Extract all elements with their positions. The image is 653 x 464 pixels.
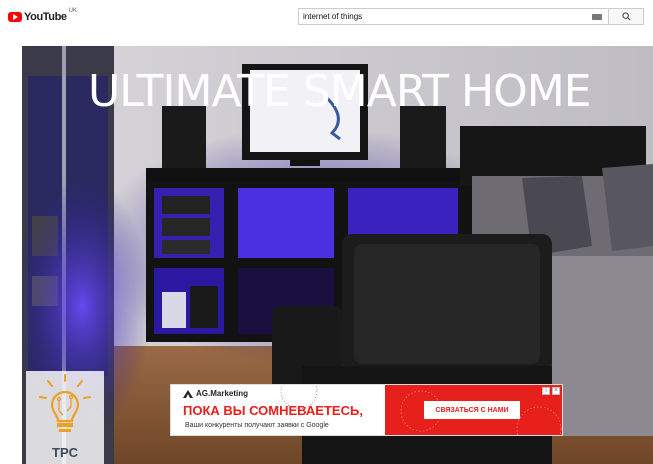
search-icon <box>621 12 631 21</box>
youtube-logo[interactable]: YouTube UK <box>8 8 77 24</box>
info-icon[interactable]: i <box>542 387 550 395</box>
youtube-play-icon <box>8 12 22 22</box>
search-box <box>298 8 644 25</box>
close-icon[interactable]: × <box>552 387 560 395</box>
ad-brand: AG.Marketing <box>183 389 248 398</box>
masthead: YouTube UK <box>0 0 653 36</box>
keyboard-icon[interactable] <box>592 14 602 20</box>
video-title-overlay: ULTIMATE SMART HOME <box>88 66 592 117</box>
logo-region: UK <box>68 8 77 14</box>
overlay-ad[interactable]: AG.Marketing ПОКА ВЫ СОМНЕВАЕТЕСЬ, Ваши … <box>170 384 563 436</box>
logo-text: YouTube <box>24 11 67 23</box>
ad-headline: ПОКА ВЫ СОМНЕВАЕТЕСЬ, <box>183 403 363 418</box>
channel-watermark[interactable]: TPC <box>26 371 104 464</box>
ad-brand-name: AG.Marketing <box>196 389 249 398</box>
ag-marketing-logo-icon <box>183 389 193 398</box>
lightbulb-icon <box>39 374 91 432</box>
ad-subtext: Ваши конкуренты получают заявки с Google <box>185 422 329 429</box>
channel-watermark-label: TPC <box>52 445 78 460</box>
search-input[interactable] <box>298 8 608 25</box>
search-button[interactable] <box>608 8 644 25</box>
ad-cta-button[interactable]: СВЯЗАТЬСЯ С НАМИ <box>424 401 520 419</box>
